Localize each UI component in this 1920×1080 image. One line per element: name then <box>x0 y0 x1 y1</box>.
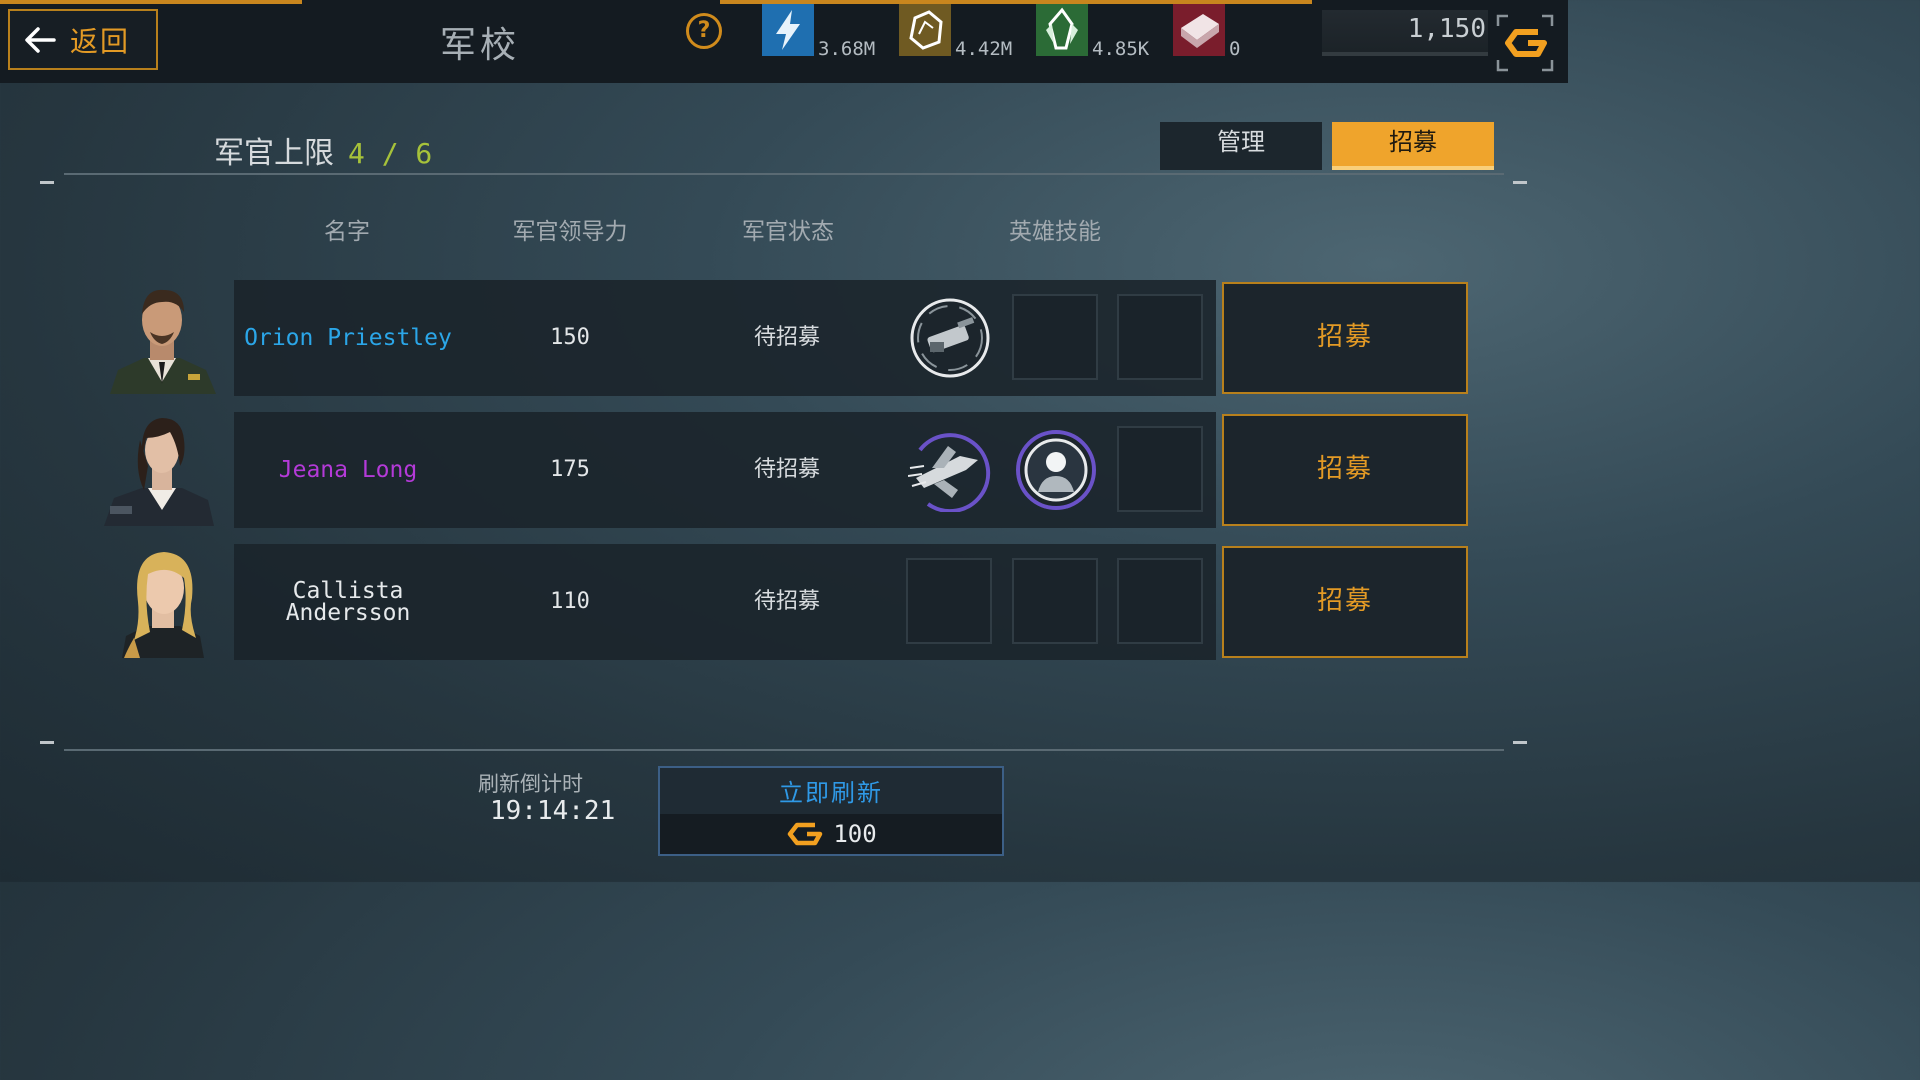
gold-currency-icon <box>788 822 823 846</box>
gold-value: 1,150 <box>1407 14 1486 44</box>
column-header-name: 名字 <box>324 219 370 245</box>
officer-row[interactable]: Orion Priestley 150 待招募 <box>234 280 1216 396</box>
officer-row[interactable]: Callista Andersson 110 待招募 <box>234 544 1216 660</box>
officer-leadership: 110 <box>550 589 590 614</box>
empty-skill-slot <box>1012 558 1098 644</box>
officer-portrait <box>104 418 214 526</box>
recruit-button[interactable]: 招募 <box>1222 414 1468 526</box>
refresh-countdown-label: 刷新倒计时 <box>478 772 583 796</box>
empty-skill-slot <box>1117 558 1203 644</box>
back-label: 返回 <box>70 24 131 58</box>
officer-status: 待招募 <box>753 589 820 614</box>
supply-crate-icon <box>1173 4 1225 56</box>
refresh-now-label: 立即刷新 <box>660 768 1002 814</box>
corner-mark <box>1513 741 1527 744</box>
tab-recruit[interactable]: 招募 <box>1332 122 1494 170</box>
officer-leadership: 150 <box>550 325 590 350</box>
officer-portrait <box>110 289 216 394</box>
officer-status: 待招募 <box>753 325 820 350</box>
back-arrow-icon <box>25 26 56 53</box>
recruit-button[interactable]: 招募 <box>1222 546 1468 658</box>
corner-mark <box>40 181 54 184</box>
corner-mark <box>40 741 54 744</box>
back-button[interactable]: 返回 <box>8 9 158 70</box>
help-icon[interactable]: ? <box>686 13 722 49</box>
resource-ore-value: 4.42M <box>955 38 1013 60</box>
refresh-now-button[interactable]: 立即刷新 100 <box>658 766 1004 856</box>
tab-manage[interactable]: 管理 <box>1160 122 1322 170</box>
fighter-jet-skill-icon[interactable] <box>908 428 992 512</box>
officer-name: Orion Priestley <box>244 325 452 351</box>
empty-skill-slot <box>1012 294 1098 380</box>
officer-leadership: 175 <box>550 457 590 482</box>
column-header-leadership: 军官领导力 <box>512 219 628 245</box>
officer-status: 待招募 <box>753 457 820 482</box>
recruit-button[interactable]: 招募 <box>1222 282 1468 394</box>
divider-bottom <box>64 749 1504 751</box>
energy-bolt-icon <box>762 4 814 56</box>
crystal-icon <box>1036 4 1088 56</box>
empty-skill-slot <box>1117 426 1203 512</box>
column-header-skills: 英雄技能 <box>1009 219 1101 245</box>
officer-cap: 军官上限 4 / 6 <box>214 128 432 172</box>
gatling-turret-skill-icon[interactable] <box>908 296 992 380</box>
officer-name: Callista Andersson <box>285 578 411 626</box>
gold-currency-icon[interactable] <box>1494 12 1556 74</box>
gold-bar <box>1322 52 1488 56</box>
gold-balance: 1,150 <box>1322 10 1488 56</box>
top-accent-line <box>0 0 302 4</box>
commander-skill-icon[interactable] <box>1014 428 1098 512</box>
officer-portrait <box>122 552 204 658</box>
ore-icon <box>899 4 951 56</box>
officer-row[interactable]: Jeana Long 175 待招募 <box>234 412 1216 528</box>
column-header-status: 军官状态 <box>742 219 834 245</box>
divider-top <box>64 173 1504 175</box>
empty-skill-slot <box>1117 294 1203 380</box>
resource-supply-value: 0 <box>1229 38 1241 60</box>
officer-name: Jeana Long <box>278 457 418 483</box>
corner-mark <box>1513 181 1527 184</box>
top-bar: 返回 军校 ? 3.68M 4.42M 4.85K 0 1,150 <box>0 0 1568 83</box>
empty-skill-slot <box>906 558 992 644</box>
officer-cap-label: 军官上限 <box>214 136 334 171</box>
resource-crystal-value: 4.85K <box>1092 38 1150 60</box>
refresh-cost: 100 <box>660 814 1002 854</box>
refresh-cost-value: 100 <box>833 820 877 848</box>
refresh-countdown-timer: 19:14:21 <box>490 796 616 826</box>
officer-cap-value: 4 / 6 <box>348 137 433 170</box>
page-title: 军校 <box>440 25 521 66</box>
resource-energy-value: 3.68M <box>818 38 876 60</box>
